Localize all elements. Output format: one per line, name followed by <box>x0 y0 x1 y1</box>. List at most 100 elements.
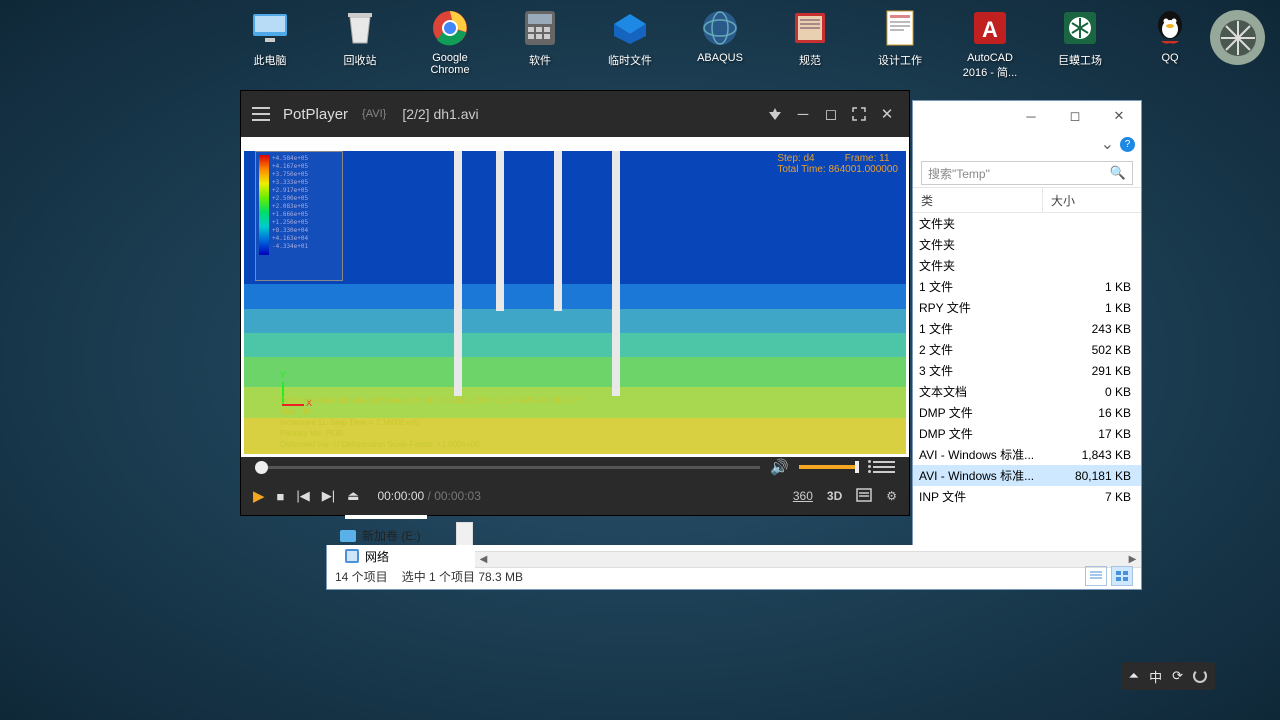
tray-ime[interactable]: 中 <box>1149 667 1162 686</box>
playlist-icon[interactable] <box>873 461 895 473</box>
desktop-icon-label: ABAQUS <box>697 52 743 64</box>
desktop-icon-autocad[interactable]: AAutoCAD 2016 - 简... <box>960 8 1020 80</box>
sidebar-scrollbar[interactable] <box>456 522 473 546</box>
format-badge: {AVI} <box>362 108 386 120</box>
explorer-columns-header: 类 大小 <box>913 187 1141 213</box>
search-placeholder: 搜索"Temp" <box>928 165 990 182</box>
fullscreen-icon[interactable] <box>845 100 873 128</box>
settings-icon[interactable]: ⚙ <box>886 489 897 503</box>
desktop-icon-guifan[interactable]: 规范 <box>780 8 840 80</box>
network-icon <box>345 549 359 563</box>
pin-icon[interactable] <box>761 100 789 128</box>
volume-icon[interactable]: 🔊 <box>770 458 789 476</box>
explorer-search: 搜索"Temp" 🔍 <box>913 157 1141 187</box>
desktop-icon-abaqus[interactable]: ABAQUS <box>690 8 750 80</box>
contour-legend: +4.584e+05 +4.167e+05 +3.750e+05 +3.333e… <box>255 151 343 281</box>
desktop-icon-design[interactable]: 设计工作 <box>870 8 930 80</box>
hamburger-menu-icon[interactable] <box>249 102 273 126</box>
explorer-minimize-button[interactable]: ─ <box>1009 102 1053 130</box>
sim-step-info: Step: d4 Frame: 11 Total Time: 864001.00… <box>777 153 898 175</box>
desktop-icon-label: Google Chrome <box>415 52 485 76</box>
watermark-logo <box>1210 10 1265 65</box>
svg-text:A: A <box>982 17 998 42</box>
file-row[interactable]: AVI - Windows 标准...1,843 KB <box>913 444 1141 465</box>
explorer-nav-row: ⌄ ? <box>913 131 1141 157</box>
subtitle-icon[interactable] <box>856 488 872 505</box>
file-row[interactable]: 文件夹 <box>913 213 1141 234</box>
explorer-maximize-button[interactable]: ◻ <box>1053 102 1097 130</box>
play-button[interactable]: ▶ <box>253 487 265 505</box>
file-row[interactable]: 1 文件243 KB <box>913 318 1141 339</box>
360-button[interactable]: 360 <box>793 489 813 503</box>
explorer-window: ─ ◻ ✕ ⌄ ? 搜索"Temp" 🔍 类 大小 文件夹文件夹文件夹1 文件1… <box>912 100 1142 590</box>
file-row[interactable]: 文件夹 <box>913 255 1141 276</box>
3d-button[interactable]: 3D <box>827 489 842 503</box>
desktop-icon-label: 巨蟆工场 <box>1058 52 1102 68</box>
view-details-button[interactable] <box>1085 566 1107 586</box>
file-row[interactable]: 3 文件291 KB <box>913 360 1141 381</box>
next-button[interactable]: ▶| <box>322 488 335 504</box>
tray-loading-icon[interactable] <box>1193 669 1207 683</box>
search-icon[interactable]: 🔍 <box>1110 165 1126 181</box>
chevron-down-icon[interactable]: ⌄ <box>1101 134 1114 154</box>
desktop-icon-tempfiles[interactable]: 临时文件 <box>600 8 660 80</box>
seek-slider[interactable] <box>255 466 760 469</box>
explorer-file-list: 文件夹文件夹文件夹1 文件1 KBRPY 文件1 KB1 文件243 KB2 文… <box>913 213 1141 507</box>
sidebar-network[interactable]: 网络 <box>365 548 389 565</box>
file-row[interactable]: DMP 文件17 KB <box>913 423 1141 444</box>
desktop-icon-label: AutoCAD 2016 - 简... <box>955 52 1025 80</box>
potplayer-titlebar[interactable]: PotPlayer {AVI} [2/2] dh1.avi ─ ◻ ✕ <box>241 91 909 137</box>
desktop-icon-software[interactable]: 软件 <box>510 8 570 80</box>
tray-sync-icon[interactable]: ⟳ <box>1172 668 1183 684</box>
explorer-close-button[interactable]: ✕ <box>1097 102 1141 130</box>
file-row[interactable]: RPY 文件1 KB <box>913 297 1141 318</box>
playlist-position: [2/2] dh1.avi <box>402 106 478 122</box>
drive-icon <box>340 530 356 542</box>
status-item-count: 14 个项目 <box>335 568 388 585</box>
help-icon[interactable]: ? <box>1120 137 1135 152</box>
desktop-icon-label: 此电脑 <box>254 52 287 68</box>
seek-bar-row: 🔊 <box>241 457 909 477</box>
eject-button[interactable]: ⏏ <box>347 488 359 504</box>
desktop-icon-label: 软件 <box>529 52 551 68</box>
explorer-bottom-panel: 网络 ◀ ▶ 14 个项目 选中 1 个项目 78.3 MB <box>326 545 1142 590</box>
prev-button[interactable]: |◀ <box>296 488 309 504</box>
explorer-titlebar[interactable]: ─ ◻ ✕ <box>913 101 1141 131</box>
desktop-icon-recycle-bin[interactable]: 回收站 <box>330 8 390 80</box>
file-row[interactable]: AVI - Windows 标准...80,181 KB <box>913 465 1141 486</box>
view-icons-button[interactable] <box>1111 566 1133 586</box>
file-row[interactable]: DMP 文件16 KB <box>913 402 1141 423</box>
potplayer-window: PotPlayer {AVI} [2/2] dh1.avi ─ ◻ ✕ +4.5… <box>240 90 910 516</box>
desktop-icon-label: 设计工作 <box>878 52 922 68</box>
explorer-status-bar: 14 个项目 选中 1 个项目 78.3 MB <box>327 563 1141 589</box>
column-size[interactable]: 大小 <box>1043 188 1141 212</box>
desktop-icon-label: 规范 <box>799 52 821 68</box>
file-row[interactable]: 1 文件1 KB <box>913 276 1141 297</box>
playback-controls: ▶ ■ |◀ ▶| ⏏ 00:00:00 / 00:00:03 360 3D ⚙ <box>241 477 909 515</box>
desktop-icon-jumang[interactable]: 巨蟆工场 <box>1050 8 1110 80</box>
search-input[interactable]: 搜索"Temp" 🔍 <box>921 161 1133 185</box>
volume-slider[interactable] <box>799 465 859 469</box>
file-row[interactable]: 文件夹 <box>913 234 1141 255</box>
file-row[interactable]: 文本文档0 KB <box>913 381 1141 402</box>
file-row[interactable]: INP 文件7 KB <box>913 486 1141 507</box>
file-row[interactable]: 2 文件502 KB <box>913 339 1141 360</box>
desktop-icon-label: QQ <box>1161 52 1178 64</box>
stop-button[interactable]: ■ <box>277 489 285 504</box>
app-name: PotPlayer <box>283 106 348 123</box>
desktop-icons-row: 此电脑 回收站 Google Chrome 软件 临时文件 ABAQUS 规范 … <box>240 8 1200 80</box>
desktop-icon-qq[interactable]: QQ <box>1140 8 1200 80</box>
sidebar-drive-e[interactable]: 新加卷 (E:) <box>340 527 421 544</box>
desktop-icon-this-pc[interactable]: 此电脑 <box>240 8 300 80</box>
column-type[interactable]: 类 <box>913 188 1043 212</box>
time-display: 00:00:00 / 00:00:03 <box>377 489 480 503</box>
system-tray: ⏶ 中 ⟳ <box>1121 662 1215 690</box>
desktop-icon-label: 临时文件 <box>608 52 652 68</box>
tray-up-icon[interactable]: ⏶ <box>1129 668 1139 684</box>
video-viewport[interactable]: +4.584e+05 +4.167e+05 +3.750e+05 +3.333e… <box>241 137 909 457</box>
desktop-icon-chrome[interactable]: Google Chrome <box>420 8 480 80</box>
maximize-button[interactable]: ◻ <box>817 100 845 128</box>
minimize-button[interactable]: ─ <box>789 100 817 128</box>
close-button[interactable]: ✕ <box>873 100 901 128</box>
status-selection: 选中 1 个项目 78.3 MB <box>402 568 523 585</box>
